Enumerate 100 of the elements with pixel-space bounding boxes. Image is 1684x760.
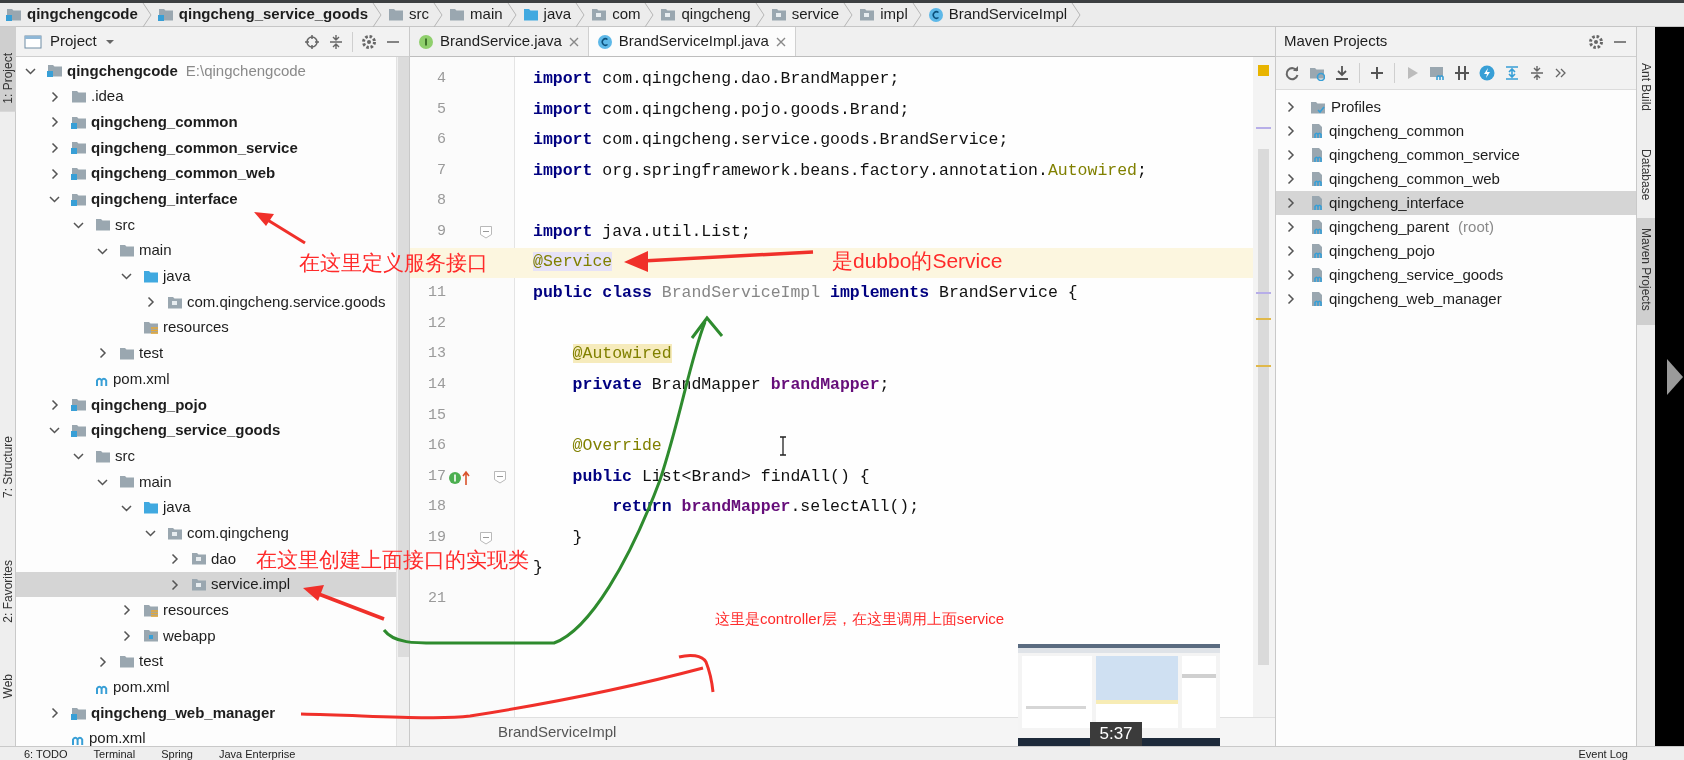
breadcrumb-item[interactable]: BrandServiceImpl [498, 720, 617, 744]
tree-item[interactable]: resources [16, 597, 233, 624]
tree-item[interactable]: qingcheng_web_manager [16, 700, 280, 726]
collapse-all-icon[interactable] [328, 33, 344, 50]
refresh-icon[interactable] [1284, 65, 1300, 81]
maven-item[interactable]: qingcheng_common_web [1276, 167, 1636, 191]
fold-icon[interactable] [479, 530, 493, 546]
tree-item[interactable]: qingcheng_pojo [16, 391, 211, 418]
tree-item[interactable]: qingcheng_interface [16, 186, 242, 213]
maven-item[interactable]: qingcheng_parent (root) [1276, 215, 1636, 239]
video-timestamp: 5:37 [1090, 722, 1142, 746]
tool-window-button[interactable]: 6: TODO [24, 747, 68, 760]
breadcrumb-item[interactable]: src [382, 3, 434, 26]
maven-item[interactable]: qingcheng_service_goods [1276, 263, 1636, 287]
maven-module-icon [1310, 171, 1324, 187]
tree-item[interactable]: qingcheng_service_goods [16, 417, 285, 444]
tool-window-button[interactable]: Event Log [1578, 747, 1628, 760]
line-number: 14 [427, 375, 446, 395]
tree-item[interactable]: service.impl [16, 571, 396, 598]
maven-run-icon[interactable] [1429, 65, 1445, 81]
tool-window-tab[interactable]: 7: Structure [0, 429, 16, 504]
maven-item[interactable]: qingcheng_common_service [1276, 143, 1636, 167]
locate-icon[interactable] [304, 33, 320, 50]
code-line: import org.springframework.beans.factory.annotation.Autowired; [532, 159, 1147, 182]
line-number: 11 [427, 283, 446, 304]
scrollbar-thumb[interactable] [1258, 149, 1269, 665]
breadcrumb-item[interactable]: qingcheng_service_goods [151, 3, 373, 26]
tree-item[interactable]: webapp [16, 623, 220, 649]
tree-item[interactable]: qingcheng_common_web [16, 160, 280, 187]
tree-item[interactable]: pom.xml [16, 366, 174, 392]
expand-all-icon[interactable] [1504, 65, 1520, 81]
maven-item[interactable]: qingcheng_pojo [1276, 239, 1636, 263]
line-number: 9 [436, 222, 446, 242]
tree-item[interactable]: test [16, 340, 168, 367]
tool-window-button[interactable]: Terminal [93, 747, 136, 760]
tree-item[interactable]: main [16, 469, 176, 495]
tree-item[interactable]: main [16, 237, 176, 264]
tree-item[interactable]: qingcheng_common_service [16, 135, 302, 161]
code-line: import com.qingcheng.service.goods.BrandService; [532, 129, 1009, 152]
tool-window-tab[interactable]: 1: Project [0, 27, 16, 112]
tree-item[interactable]: qingchengcode E:\qingchengcode [16, 58, 310, 84]
maven-item[interactable]: qingcheng_web_manager [1276, 287, 1636, 311]
tool-window-button[interactable]: Spring [161, 747, 193, 760]
annotation-text: 是dubbo的Service [832, 249, 1003, 273]
breadcrumb-item[interactable]: main [443, 3, 507, 26]
breadcrumb-item[interactable]: qingchengcode [0, 3, 142, 26]
implements-icon[interactable] [448, 469, 462, 485]
collapse-all-icon[interactable] [1529, 65, 1545, 81]
tree-item[interactable]: com.qingcheng.service.goods [16, 289, 390, 315]
plus-icon[interactable] [1369, 65, 1385, 81]
maven-item[interactable]: qingcheng_common [1276, 119, 1636, 143]
editor-tab[interactable]: BrandService.java [410, 27, 589, 56]
tree-item[interactable]: qingcheng_common [16, 109, 242, 136]
code-line: import java.util.List; [532, 220, 751, 243]
download-icon[interactable] [1334, 65, 1350, 81]
tree-item[interactable]: java [16, 263, 195, 290]
tool-window-tab[interactable]: Ant Build [1636, 55, 1656, 120]
tree-item[interactable]: resources [16, 314, 233, 341]
tree-item[interactable]: src [16, 443, 139, 469]
maven-module-icon [1310, 147, 1324, 163]
close-icon[interactable] [774, 35, 787, 48]
tool-window-button[interactable]: Java Enterprise [219, 747, 296, 760]
tree-item[interactable]: .idea [16, 83, 128, 110]
tree-item[interactable]: pom.xml [16, 725, 150, 746]
tool-window-tab[interactable]: Web [0, 668, 16, 705]
tree-item[interactable]: com.qingcheng [16, 520, 293, 547]
interface-icon [418, 33, 434, 50]
tool-window-tab[interactable]: 2: Favorites [0, 553, 16, 629]
lightning-icon[interactable] [1479, 65, 1495, 81]
resources-folder-icon [143, 320, 159, 336]
fold-icon[interactable] [479, 224, 493, 240]
annotation-arrow [254, 212, 306, 245]
breadcrumb-item[interactable]: impl [853, 3, 912, 26]
fold-icon[interactable] [493, 469, 507, 485]
breadcrumb-item[interactable]: qingcheng [654, 3, 755, 26]
maven-item[interactable]: Profiles [1276, 95, 1636, 119]
breadcrumb-item[interactable]: BrandServiceImpl [921, 3, 1072, 26]
folder-refresh-icon[interactable] [1309, 65, 1325, 81]
tree-item[interactable]: pom.xml [16, 674, 174, 701]
up-arrow-icon [462, 468, 470, 486]
settings-icon[interactable] [361, 33, 377, 50]
toggle-offline-icon[interactable] [1454, 65, 1470, 81]
panel-title[interactable]: Project [50, 30, 97, 53]
breadcrumb-item[interactable]: java [516, 3, 576, 26]
close-icon[interactable] [567, 35, 580, 48]
tool-window-tab[interactable]: Maven Projects [1636, 218, 1656, 326]
tool-window-tab[interactable]: Database [1636, 141, 1656, 209]
play-icon[interactable] [1665, 357, 1684, 397]
settings-icon[interactable] [1588, 33, 1604, 50]
dropdown-caret-icon[interactable] [104, 37, 115, 46]
tree-item[interactable]: test [16, 648, 168, 675]
module-icon [71, 705, 87, 721]
editor-tab[interactable]: BrandServiceImpl.java [588, 27, 796, 56]
breadcrumb-item[interactable]: service [764, 3, 844, 26]
tree-item[interactable]: java [16, 494, 195, 521]
line-number: 12 [427, 313, 446, 334]
breadcrumb-item[interactable]: com [585, 3, 645, 26]
maven-item[interactable]: qingcheng_interface [1276, 191, 1636, 215]
tree-item[interactable]: src [16, 212, 139, 238]
tree-item[interactable]: dao [16, 546, 241, 572]
